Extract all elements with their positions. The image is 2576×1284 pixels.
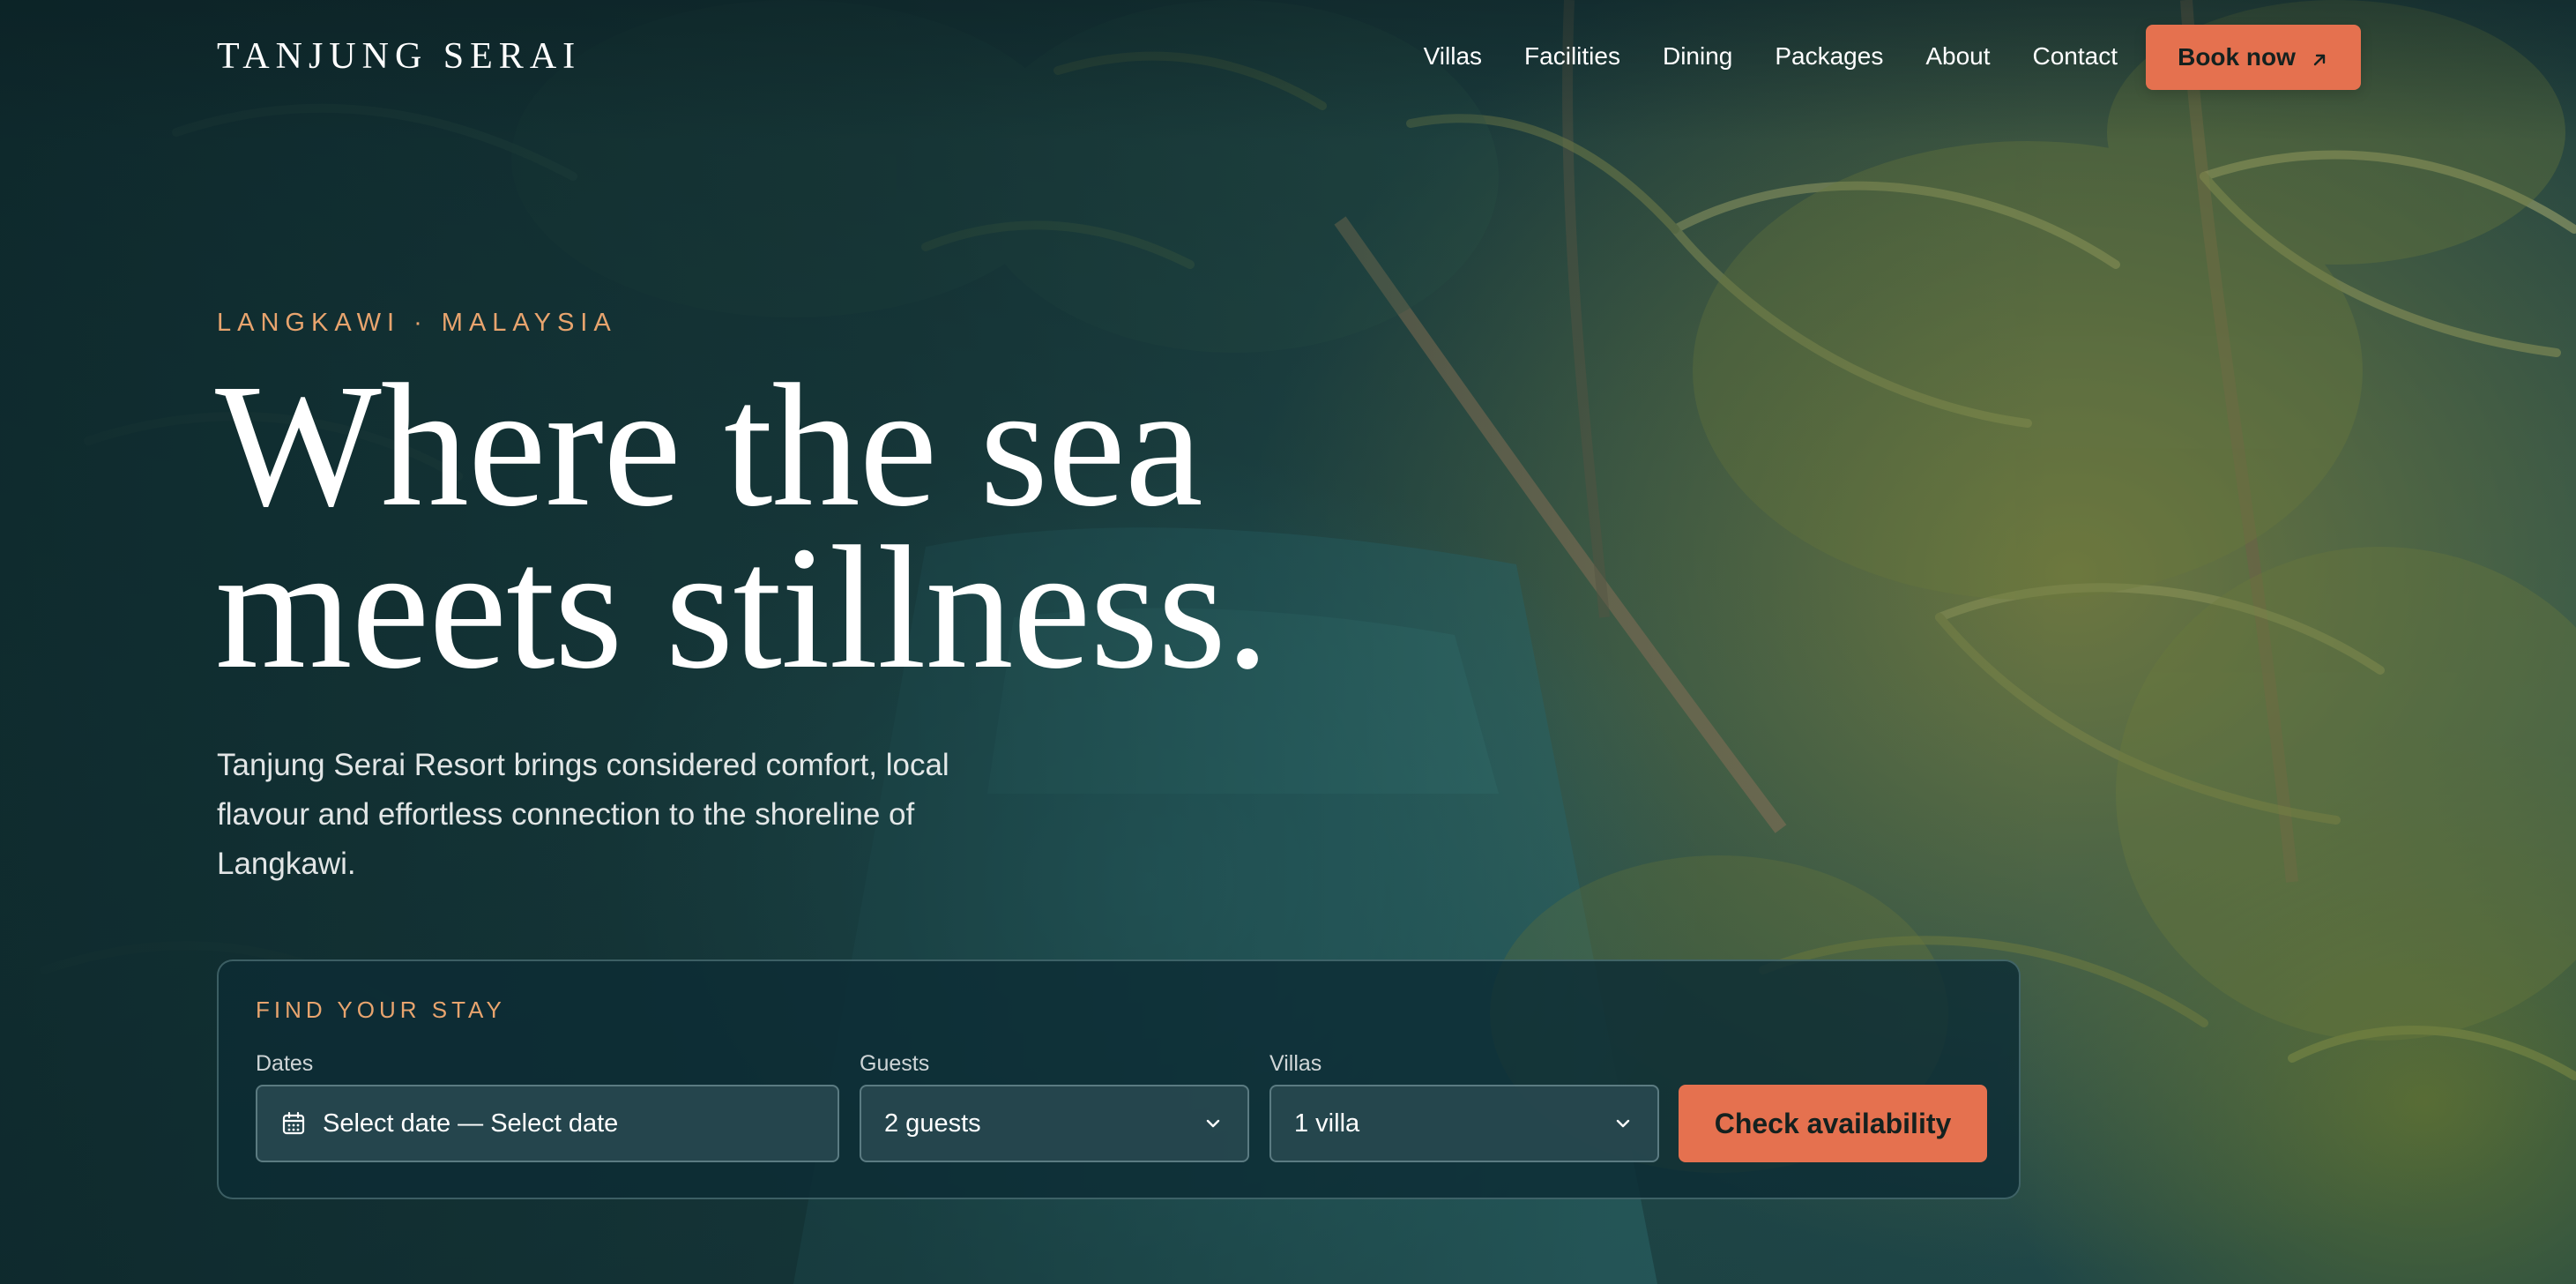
calendar-icon [280,1110,307,1137]
nav-item-dining[interactable]: Dining [1663,41,1732,72]
hero-description: Tanjung Serai Resort brings considered c… [217,748,949,881]
check-availability-button[interactable]: Check availability [1679,1085,1987,1162]
nav-item-contact[interactable]: Contact [2033,41,2118,72]
villas-select[interactable]: 1 villa [1269,1085,1659,1162]
villas-value: 1 villa [1294,1109,1360,1138]
booking-title: FIND YOUR STAY [256,997,506,1023]
chevron-down-icon [1202,1112,1225,1135]
guests-value: 2 guests [884,1109,981,1138]
dates-label: Dates [256,1051,314,1076]
nav-item-packages[interactable]: Packages [1775,41,1883,72]
guests-label: Guests [860,1051,930,1076]
nav-item-facilities[interactable]: Facilities [1524,41,1620,72]
location-eyebrow: LANGKAWI · MALAYSIA [217,309,617,337]
headline-line-2: meets stillness. [215,511,1269,705]
dates-value: Select date — Select date [323,1109,619,1138]
nav-item-about[interactable]: About [1925,41,1990,72]
chevron-down-icon [1612,1112,1634,1135]
booking-panel: FIND YOUR STAY Dates Select date — Selec… [217,959,2021,1199]
brand-logo[interactable]: TANJUNG SERAI [217,35,581,78]
main-nav: Villas Facilities Dining Packages About … [1424,41,2118,72]
arrow-up-right-icon [2310,48,2329,67]
nav-item-villas[interactable]: Villas [1424,41,1482,72]
villas-label: Villas [1269,1051,1322,1076]
hero-headline: Where the sea meets stillness. [215,348,1269,705]
book-now-label: Book now [2178,43,2296,71]
book-now-button[interactable]: Book now [2146,25,2361,90]
guests-select[interactable]: 2 guests [860,1085,1249,1162]
site-header: TANJUNG SERAI Villas Facilities Dining P… [0,0,2576,115]
headline-line-1: Where the sea [215,348,1203,543]
dates-input[interactable]: Select date — Select date [256,1085,839,1162]
